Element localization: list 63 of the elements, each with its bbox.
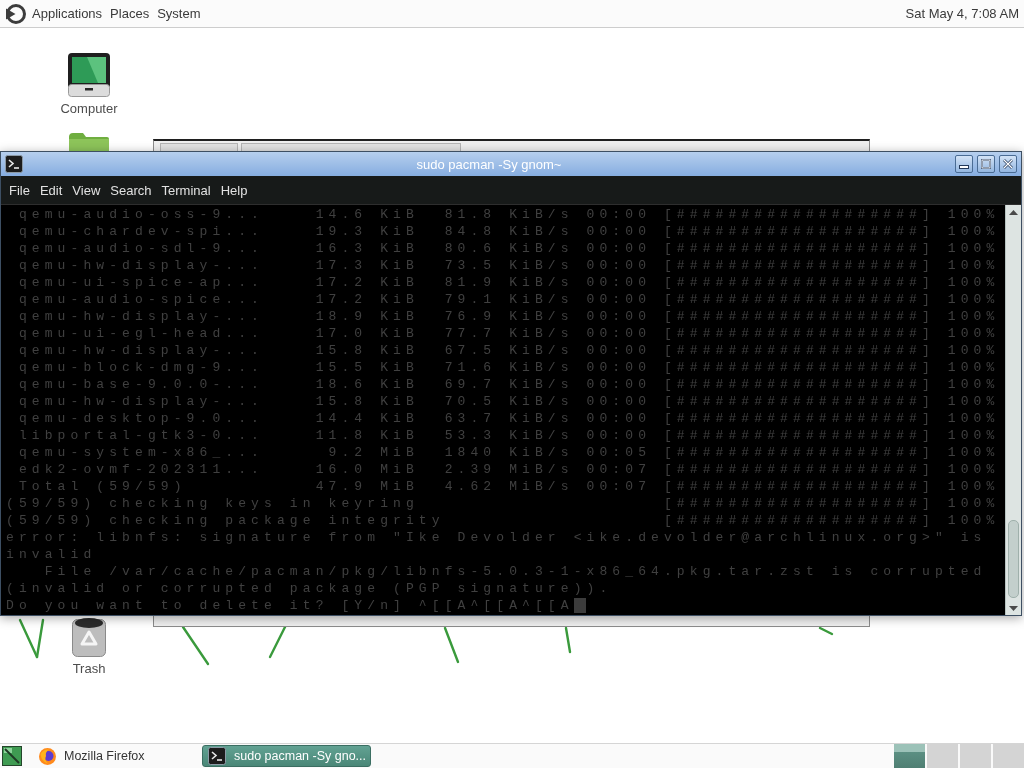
terminal-line: libportal-gtk3-0... 11.8 KiB 53.3 KiB/s 00:00 [###################] 100% bbox=[17, 427, 1000, 444]
menu-item[interactable]: Terminal bbox=[156, 180, 216, 200]
terminal-line: qemu-ui-egl-head... 17.0 KiB 77.7 KiB/s 00:00 [###################] 100% bbox=[17, 325, 1000, 342]
folder-icon[interactable] bbox=[67, 133, 111, 151]
terminal-line: qemu-hw-display-... 15.8 KiB 70.5 KiB/s 00:00 [###################] 100% bbox=[17, 393, 1000, 410]
terminal-line: error: libnfs: signature from "Ike Devolder <ike.devolder@archlinux.org>" is bbox=[6, 529, 987, 546]
minimize-button[interactable] bbox=[955, 155, 973, 173]
minimize-icon bbox=[959, 165, 969, 169]
desktop-icon[interactable] bbox=[2, 746, 22, 766]
window-title: sudo pacman -Sy gnom~ bbox=[416, 156, 562, 172]
terminal-line: qemu-hw-display-... 15.8 KiB 67.5 KiB/s 00:00 [###################] 100% bbox=[17, 342, 1000, 359]
menu-button[interactable]: Applications bbox=[28, 3, 107, 24]
terminal-line: qemu-system-x86_... 9.2 MiB 1840 KiB/s 00:05 [###################] 100% bbox=[17, 444, 1000, 461]
terminal-line: qemu-audio-oss-9... 14.6 KiB 81.8 KiB/s 00:00 [###################] 100% bbox=[17, 206, 1000, 223]
close-button[interactable] bbox=[999, 155, 1017, 173]
terminal-line: (59/59) checking package integrity [###################] 100% bbox=[6, 512, 1000, 529]
terminal-line: (59/59) checking keys in keyring [###################] 100% bbox=[6, 495, 1000, 512]
terminal-line: qemu-block-dmg-9... 15.5 KiB 71.6 KiB/s 00:00 [###################] 100% bbox=[17, 359, 1000, 376]
terminal-line: edk2-ovmf-202311... 16.0 MiB 2.39 MiB/s 00:07 [###################] 100% bbox=[17, 461, 1000, 478]
terminal-line: (invalid or corrupted package (PGP signature)). bbox=[6, 580, 613, 597]
taskbar-button[interactable]: sudo pacman -Sy gno... bbox=[202, 745, 371, 767]
menu-item[interactable]: File bbox=[4, 180, 35, 200]
scrollbar[interactable] bbox=[1005, 205, 1021, 615]
terminal-line: qemu-chardev-spi... 19.3 KiB 84.8 KiB/s 00:00 [###################] 100% bbox=[17, 223, 1000, 240]
scroll-thumb[interactable] bbox=[1008, 520, 1019, 598]
menu-button[interactable]: Places bbox=[106, 3, 154, 24]
terminal-icon bbox=[208, 747, 226, 765]
terminal-line: qemu-base-9.0.0-... 18.6 KiB 69.7 KiB/s 00:00 [###################] 100% bbox=[17, 376, 1000, 393]
close-icon bbox=[1003, 159, 1013, 169]
icon-label: Trash bbox=[72, 661, 106, 676]
icon-label: Computer bbox=[60, 101, 118, 116]
workspace-button[interactable] bbox=[894, 744, 925, 768]
logo-icon[interactable] bbox=[5, 2, 27, 25]
text-cursor bbox=[573, 598, 586, 613]
terminal-line: invalid bbox=[6, 546, 97, 563]
terminal-line: qemu-desktop-9.0... 14.4 KiB 63.7 KiB/s 00:00 [###################] 100% bbox=[17, 410, 1000, 427]
terminal-line: qemu-hw-display-... 17.3 KiB 73.5 KiB/s 00:00 [###################] 100% bbox=[17, 257, 1000, 274]
terminal-line: qemu-hw-display-... 18.9 KiB 76.9 KiB/s 00:00 [###################] 100% bbox=[17, 308, 1000, 325]
menu-item[interactable]: View bbox=[67, 180, 106, 200]
taskbar-button[interactable]: Mozilla Firefox bbox=[33, 745, 202, 767]
terminal-line: qemu-ui-spice-ap... 17.2 KiB 81.9 KiB/s 00:00 [###################] 100% bbox=[17, 274, 1000, 291]
clock: Sat May 4, 7:08 AM bbox=[905, 6, 1019, 21]
terminal-icon bbox=[5, 155, 23, 173]
maximize-icon bbox=[981, 159, 991, 169]
stem-line bbox=[564, 626, 572, 654]
terminal-line: Do you want to delete it? [Y/n] ^[[A^[[A^[[A bbox=[6, 597, 574, 614]
monitor-icon[interactable] bbox=[67, 53, 111, 97]
up-arrow-icon[interactable] bbox=[1009, 210, 1018, 215]
stem-line bbox=[268, 625, 287, 659]
maximize-button[interactable] bbox=[977, 155, 995, 173]
terminal-line: Total (59/59) 47.9 MiB 4.62 MiB/s 00:07 [###################] 100% bbox=[17, 478, 1000, 495]
menu-button[interactable]: System bbox=[153, 3, 205, 24]
terminal-line: File /var/cache/pacman/pkg/libnfs-5.0.3-1-x86_64.pkg.tar.zst is corrupted bbox=[43, 563, 987, 580]
terminal-line: qemu-audio-spice... 17.2 KiB 79.1 KiB/s 00:00 [###################] 100% bbox=[17, 291, 1000, 308]
menu-item[interactable]: Help bbox=[215, 180, 253, 200]
stem-line bbox=[443, 626, 460, 664]
terminal-line: qemu-audio-sdl-9... 16.3 KiB 80.6 KiB/s 00:00 [###################] 100% bbox=[17, 240, 1000, 257]
stem-line bbox=[818, 626, 834, 636]
menu-item[interactable]: Search bbox=[105, 180, 157, 200]
stem-line bbox=[181, 625, 210, 666]
down-arrow-icon[interactable] bbox=[1009, 606, 1018, 611]
menu-item[interactable]: Edit bbox=[34, 180, 68, 200]
globe-icon bbox=[39, 747, 56, 765]
